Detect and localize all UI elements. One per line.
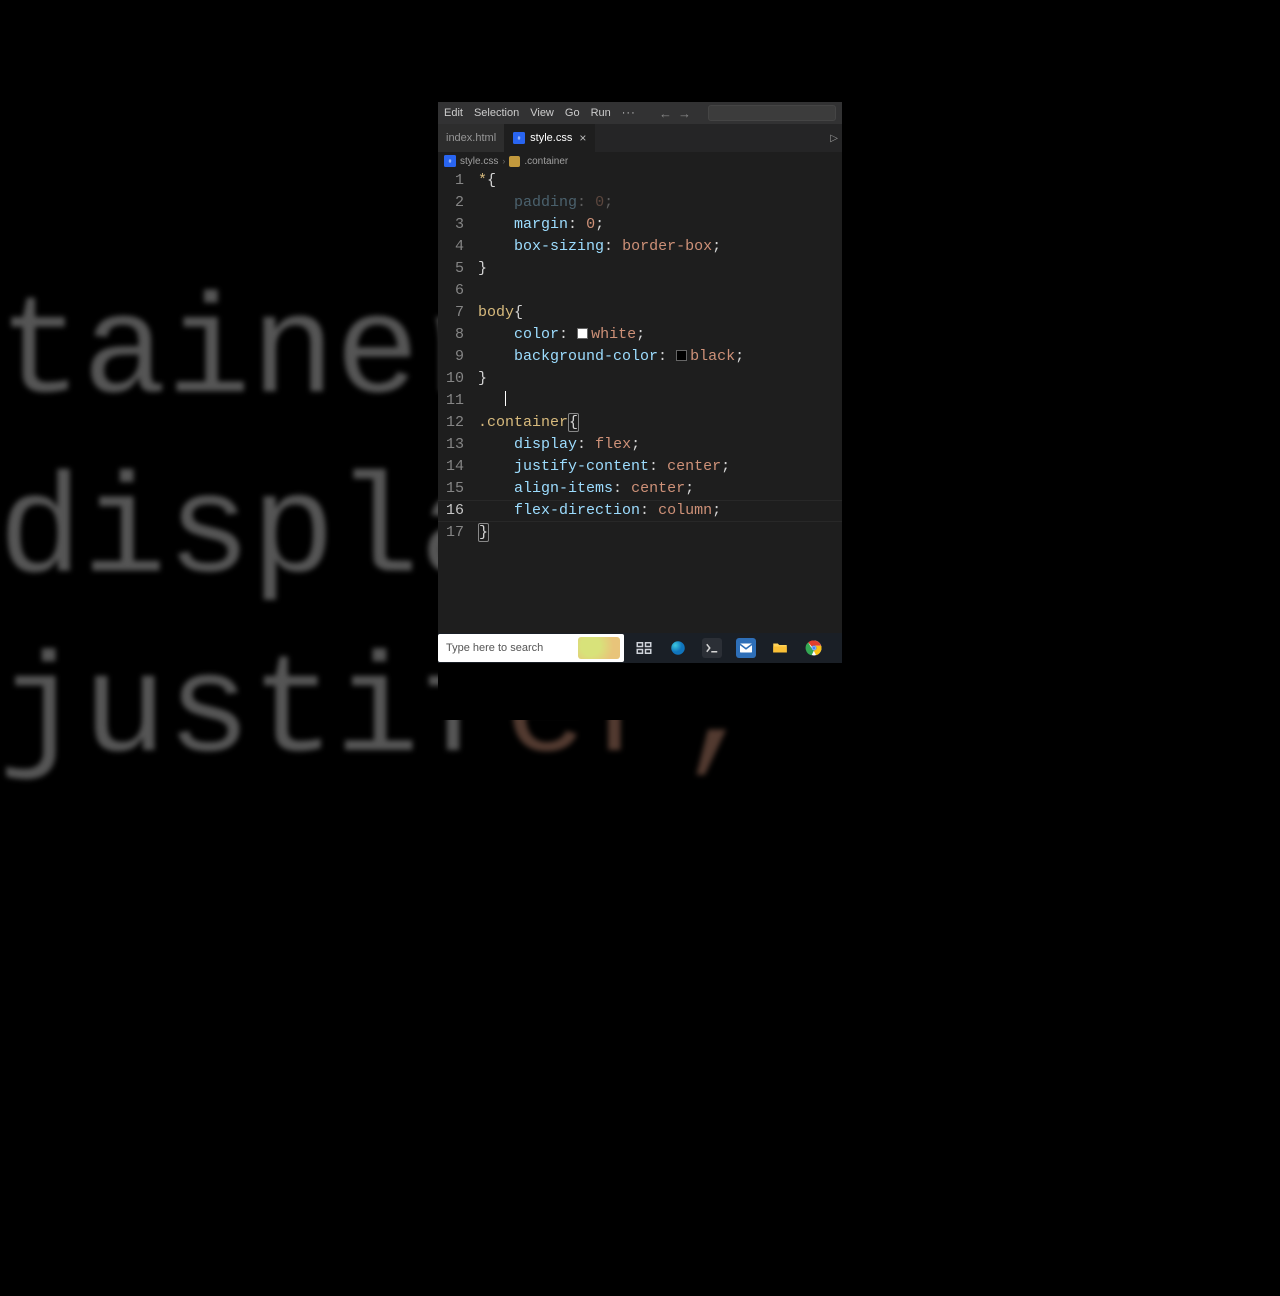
tab-label: index.html: [446, 132, 496, 144]
tab-index-html[interactable]: index.html: [438, 124, 505, 152]
edge-icon[interactable]: [668, 638, 688, 658]
file-explorer-icon[interactable]: [770, 638, 790, 658]
breadcrumb-file[interactable]: style.css: [460, 156, 498, 167]
breadcrumb: # style.css › .container: [438, 152, 842, 170]
taskbar-search[interactable]: Type here to search: [438, 634, 624, 662]
code-content[interactable]: *{ padding: 0; margin: 0; box-sizing: bo…: [478, 170, 842, 646]
chevron-right-icon: ›: [502, 156, 505, 166]
svg-text:#: #: [449, 159, 452, 165]
split-editor-icon[interactable]: ▷: [826, 124, 842, 152]
tab-label: style.css: [530, 132, 572, 144]
terminal-icon[interactable]: [702, 638, 722, 658]
mail-icon[interactable]: [736, 638, 756, 658]
nav-back-icon[interactable]: ←: [659, 106, 672, 121]
tab-close-icon[interactable]: ×: [579, 131, 586, 145]
windows-taskbar: Type here to search: [438, 633, 842, 663]
code-editor[interactable]: 1234567891011121314151617 *{ padding: 0;…: [438, 170, 842, 646]
menu-run[interactable]: Run: [591, 107, 611, 119]
tab-bar: index.html # style.css × ▷: [438, 124, 842, 152]
tab-style-css[interactable]: # style.css ×: [505, 124, 595, 152]
menu-view[interactable]: View: [530, 107, 554, 119]
svg-text:#: #: [518, 136, 521, 142]
taskview-icon[interactable]: [634, 638, 654, 658]
search-widget-icon: [578, 637, 620, 659]
menu-more-icon[interactable]: ···: [622, 107, 636, 119]
command-center-search[interactable]: [708, 105, 836, 121]
breadcrumb-file-icon: #: [444, 155, 456, 167]
vscode-window: Edit Selection View Go Run ··· ← → index…: [438, 102, 842, 660]
menu-go[interactable]: Go: [565, 107, 580, 119]
breadcrumb-symbol-icon: [509, 156, 520, 167]
nav-forward-icon[interactable]: →: [678, 106, 691, 121]
menu-edit[interactable]: Edit: [444, 107, 463, 119]
line-numbers: 1234567891011121314151617: [438, 170, 478, 646]
tab-file-icon: #: [513, 132, 525, 144]
search-placeholder: Type here to search: [446, 642, 543, 654]
breadcrumb-symbol[interactable]: .container: [524, 156, 568, 167]
phone-crop: Edit Selection View Go Run ··· ← → index…: [438, 0, 842, 720]
chrome-icon[interactable]: [804, 638, 824, 658]
menu-selection[interactable]: Selection: [474, 107, 519, 119]
menu-bar: Edit Selection View Go Run ··· ← →: [438, 102, 842, 124]
